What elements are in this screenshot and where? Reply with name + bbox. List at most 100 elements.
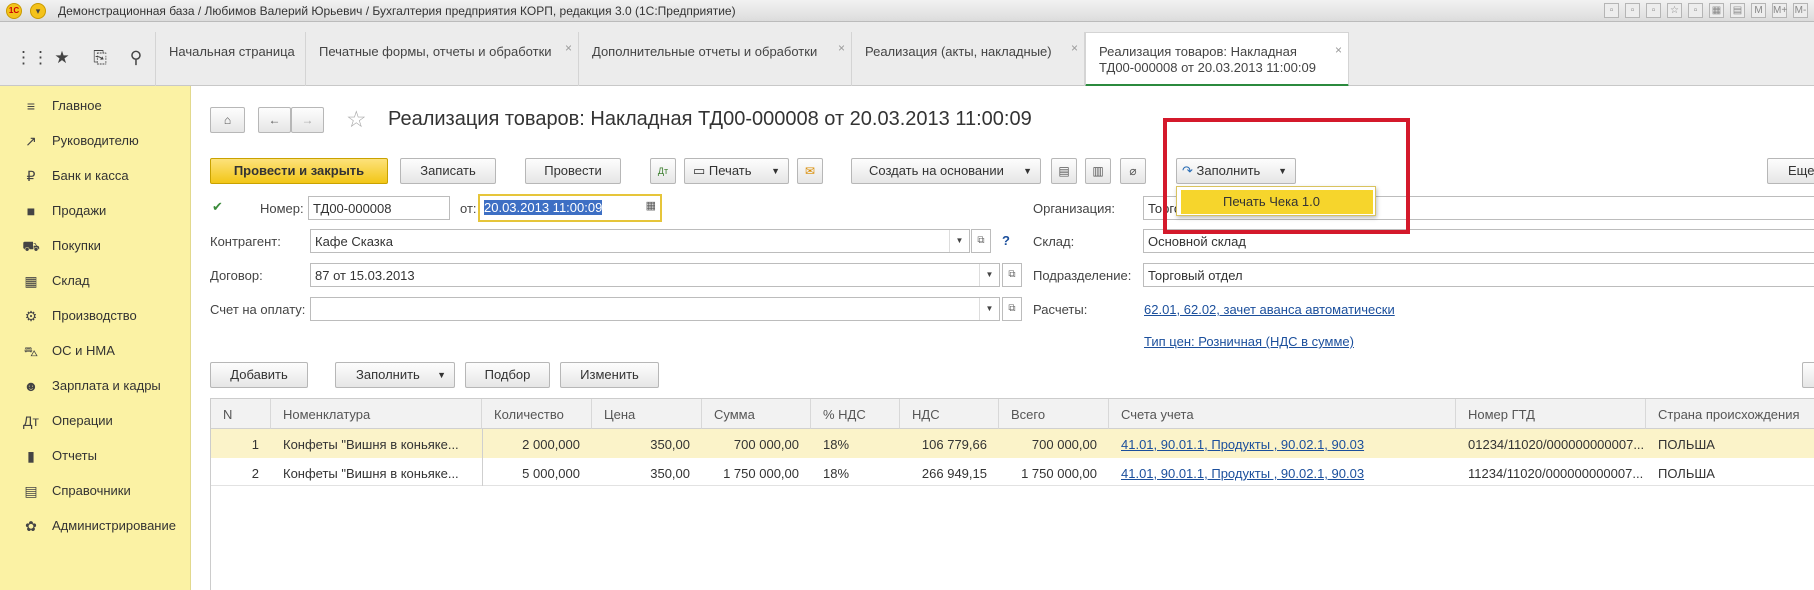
cell-qty: 5 000,000: [522, 466, 580, 481]
column-header[interactable]: Номер ГТД: [1456, 399, 1646, 429]
sidebar-item-admin[interactable]: ✿ Администрирование: [0, 512, 191, 540]
favorites-icon[interactable]: ☆: [1667, 3, 1682, 18]
sidebar-item-purchases[interactable]: ⛟ Покупки: [0, 232, 191, 260]
close-icon[interactable]: ×: [838, 41, 845, 55]
invoice-field[interactable]: ▼: [310, 297, 1000, 321]
sidebar-item-salary[interactable]: ☻ Зарплата и кадры: [0, 372, 191, 400]
open-contractor-button[interactable]: ⧉: [971, 229, 991, 253]
email-icon[interactable]: ✉: [797, 158, 823, 184]
print-icon[interactable]: ▫: [1625, 3, 1640, 18]
memory-minus-icon[interactable]: M-: [1793, 3, 1808, 18]
print-button[interactable]: ▭ Печать ▼: [684, 158, 789, 184]
calendar-icon[interactable]: ▦: [646, 199, 656, 212]
memory-plus-icon[interactable]: M+: [1772, 3, 1787, 18]
table-fill-button[interactable]: Заполнить ▼: [335, 362, 455, 388]
memory-icon[interactable]: M: [1751, 3, 1766, 18]
tab-label: Дополнительные отчеты и обработки: [592, 44, 818, 59]
warehouse-label: Склад:: [1033, 234, 1075, 249]
post-button[interactable]: Провести: [525, 158, 621, 184]
division-field[interactable]: Торговый отдел: [1143, 263, 1814, 287]
chevron-down-icon[interactable]: ▼: [979, 264, 999, 286]
document-icon[interactable]: ▤: [1051, 158, 1077, 184]
star-icon[interactable]: ★: [52, 48, 72, 68]
price-type-link[interactable]: Тип цен: Розничная (НДС в сумме): [1144, 334, 1354, 349]
cell-accounts-link[interactable]: 41.01, 90.01.1, Продукты , 90.02.1, 90.0…: [1109, 459, 1456, 487]
section-tabs-bar: ⋮⋮ ★ ⎘ ⚲ Начальная страница Печатные фор…: [0, 22, 1814, 87]
contractor-field[interactable]: Кафе Сказка ▼: [310, 229, 970, 253]
close-icon[interactable]: ×: [565, 41, 572, 55]
goods-table: N Номенклатура Количество Цена Сумма % Н…: [210, 398, 1814, 590]
tab-sales-document[interactable]: Реализация товаров: Накладная ТД00-00000…: [1085, 32, 1349, 87]
column-header[interactable]: Страна происхождения: [1646, 399, 1814, 429]
sidebar-item-catalogs[interactable]: ▤ Справочники: [0, 477, 191, 505]
table-more-button[interactable]: [1802, 362, 1814, 388]
cell-accounts-link[interactable]: 41.01, 90.01.1, Продукты , 90.02.1, 90.0…: [1109, 430, 1456, 458]
payments-label: Расчеты:: [1033, 302, 1088, 317]
number-field[interactable]: ТД00-000008: [308, 196, 450, 220]
debit-credit-icon[interactable]: Дт: [650, 158, 676, 184]
date-label: от:: [460, 201, 477, 216]
sidebar-item-assets[interactable]: ⛍ ОС и НМА: [0, 337, 191, 365]
bag-icon: ■: [26, 203, 36, 219]
sidebar-item-main[interactable]: ≡ Главное: [0, 92, 191, 120]
report-icon[interactable]: ▥: [1085, 158, 1111, 184]
tab-print-forms[interactable]: Печатные формы, отчеты и обработки ×: [306, 32, 579, 86]
apps-grid-icon[interactable]: ⋮⋮: [15, 48, 49, 68]
column-header[interactable]: Номенклатура: [271, 399, 482, 429]
favorite-star-icon[interactable]: ☆: [346, 106, 367, 133]
sidebar-item-operations[interactable]: Дт Операции: [0, 407, 191, 435]
post-and-close-button[interactable]: Провести и закрыть: [210, 158, 388, 184]
tab-extra-reports[interactable]: Дополнительные отчеты и обработки ×: [579, 32, 852, 86]
tab-sales-list[interactable]: Реализация (акты, накладные) ×: [852, 32, 1085, 86]
attachment-icon[interactable]: ⌀: [1120, 158, 1146, 184]
save-icon[interactable]: ▫: [1604, 3, 1619, 18]
sidebar-item-reports[interactable]: ▮ Отчеты: [0, 442, 191, 470]
column-header[interactable]: Сумма: [702, 399, 811, 429]
chevron-down-icon[interactable]: ▼: [949, 230, 969, 252]
column-header[interactable]: Всего: [999, 399, 1109, 429]
column-header[interactable]: НДС: [900, 399, 999, 429]
contract-field[interactable]: 87 от 15.03.2013 ▼: [310, 263, 1000, 287]
sidebar-item-production[interactable]: ⚙ Производство: [0, 302, 191, 330]
column-header[interactable]: % НДС: [811, 399, 900, 429]
table-fill-label: Заполнить: [356, 367, 420, 382]
create-based-on-button[interactable]: Создать на основании ▼: [851, 158, 1041, 184]
column-header[interactable]: Количество: [482, 399, 592, 429]
close-icon[interactable]: ×: [1071, 41, 1078, 55]
window-title: Демонстрационная база / Любимов Валерий …: [58, 4, 736, 18]
save-button[interactable]: Записать: [400, 158, 496, 184]
calculator-icon[interactable]: ▦: [1709, 3, 1724, 18]
search-icon[interactable]: ⚲: [126, 48, 146, 68]
sidebar-item-warehouse[interactable]: ▦ Склад: [0, 267, 191, 295]
preview-icon[interactable]: ▫: [1646, 3, 1661, 18]
sidebar-item-sales[interactable]: ■ Продажи: [0, 197, 191, 225]
sidebar-item-manager[interactable]: ↗ Руководителю: [0, 127, 191, 155]
change-button[interactable]: Изменить: [560, 362, 659, 388]
chevron-down-icon[interactable]: ▼: [979, 298, 999, 320]
history-icon[interactable]: ⎘: [90, 48, 110, 68]
payments-link[interactable]: 62.01, 62.02, зачет аванса автоматически: [1144, 302, 1395, 317]
calendar-icon[interactable]: ▤: [1730, 3, 1745, 18]
help-icon[interactable]: ?: [1002, 233, 1010, 248]
main-menu-button[interactable]: ▾: [30, 3, 46, 19]
close-icon[interactable]: ×: [1335, 42, 1342, 58]
organization-label: Организация:: [1033, 201, 1116, 216]
bookmark-icon[interactable]: ▫: [1688, 3, 1703, 18]
tab-home[interactable]: Начальная страница: [155, 32, 306, 86]
pick-button[interactable]: Подбор: [465, 362, 550, 388]
column-header[interactable]: Цена: [592, 399, 702, 429]
more-button[interactable]: Еще: [1767, 158, 1814, 184]
chevron-down-icon: ▼: [437, 370, 446, 380]
add-row-button[interactable]: Добавить: [210, 362, 308, 388]
sidebar-item-bank[interactable]: ₽ Банк и касса: [0, 162, 191, 190]
home-button[interactable]: ⌂: [210, 107, 245, 133]
date-value: 20.03.2013 11:00:09: [484, 200, 603, 215]
column-header[interactable]: N: [211, 399, 271, 429]
open-invoice-button[interactable]: ⧉: [1002, 297, 1022, 321]
date-field[interactable]: 20.03.2013 11:00:09 ▦: [478, 194, 662, 222]
open-contract-button[interactable]: ⧉: [1002, 263, 1022, 287]
back-button[interactable]: ←: [258, 107, 291, 133]
cell-vat: 266 949,15: [921, 466, 987, 481]
column-header[interactable]: Счета учета: [1109, 399, 1456, 429]
forward-button[interactable]: →: [291, 107, 324, 133]
